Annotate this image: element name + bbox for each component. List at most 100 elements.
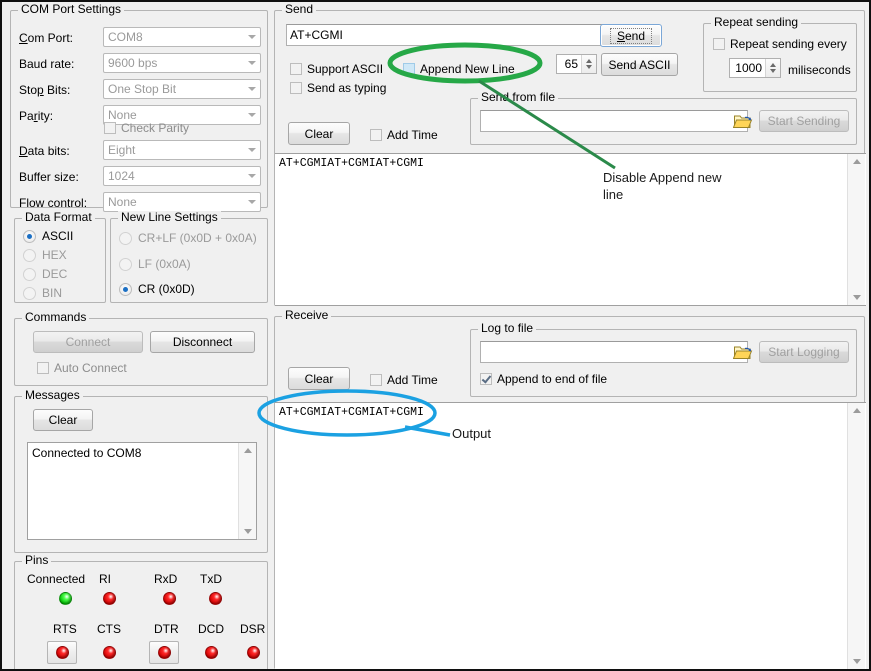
radio-data-format-hex[interactable]: HEX xyxy=(23,248,67,262)
support-ascii-checkbox[interactable]: Support ASCII xyxy=(290,62,383,76)
send-as-typing-checkbox[interactable]: Send as typing xyxy=(290,81,386,95)
check-parity-checkbox[interactable]: Check Parity xyxy=(104,121,189,135)
radio-label: LF (0x0A) xyxy=(138,257,191,271)
commands-title: Commands xyxy=(22,311,89,323)
send-output-scrollbar[interactable] xyxy=(847,154,865,305)
buffer-size-select[interactable]: 1024 xyxy=(103,166,261,186)
receive-output-scrollbar[interactable] xyxy=(847,403,865,669)
radio-data-format-bin[interactable]: BIN xyxy=(23,286,62,300)
radio-circle xyxy=(23,268,36,281)
radio-circle xyxy=(23,249,36,262)
chevron-down-icon xyxy=(248,35,256,39)
append-to-end-of-file-label: Append to end of file xyxy=(497,372,607,386)
auto-connect-checkbox[interactable]: Auto Connect xyxy=(37,361,127,375)
append-new-line-checkbox[interactable]: Append New Line xyxy=(403,62,515,76)
flow-control-select[interactable]: None xyxy=(103,192,261,212)
start-sending-button[interactable]: Start Sending xyxy=(759,110,849,132)
send-button-label: Send xyxy=(610,28,652,44)
radio-circle xyxy=(119,232,132,245)
receive-clear-button[interactable]: Clear xyxy=(288,367,350,390)
com-port-settings-title: COM Port Settings xyxy=(18,3,124,15)
messages-scrollbar[interactable] xyxy=(238,443,256,539)
pin-label-dcd: DCD xyxy=(198,622,224,636)
spinner-up-icon[interactable] xyxy=(586,59,592,63)
radio-label: HEX xyxy=(42,248,67,262)
messages-title: Messages xyxy=(22,389,83,401)
spinner-down-icon[interactable] xyxy=(770,69,776,73)
start-logging-button[interactable]: Start Logging xyxy=(759,341,849,363)
send-from-file-group: Send from file Start Sending xyxy=(470,98,857,145)
baud-rate-select[interactable]: 9600 bps xyxy=(103,53,261,73)
send-file-browse-button[interactable] xyxy=(733,112,753,130)
log-to-file-group: Log to file Start Logging Append to end … xyxy=(470,329,857,397)
radio-newline-cr[interactable]: CR (0x0D) xyxy=(119,282,195,296)
pins-group: Pins Connected RI RxD TxD RTS CTS DTR DC… xyxy=(14,561,268,671)
log-file-path-input[interactable] xyxy=(480,341,748,363)
pin-label-cts: CTS xyxy=(97,622,121,636)
repeat-sending-checkbox[interactable]: Repeat sending every xyxy=(713,37,847,51)
scroll-down-icon[interactable] xyxy=(853,659,861,664)
com-port-select[interactable]: COM8 xyxy=(103,27,261,47)
spinner-buttons[interactable] xyxy=(581,55,596,73)
messages-log-area[interactable]: Connected to COM8 xyxy=(27,442,257,540)
scroll-up-icon[interactable] xyxy=(853,408,861,413)
com-port-label: Com Port: xyxy=(19,31,73,45)
radio-newline-crlf[interactable]: CR+LF (0x0D + 0x0A) xyxy=(119,231,257,245)
pin-led-ri xyxy=(103,592,116,605)
spinner-up-icon[interactable] xyxy=(770,63,776,67)
send-clear-button[interactable]: Clear xyxy=(288,122,350,145)
start-logging-label: Start Logging xyxy=(768,346,839,358)
pin-label-ri: RI xyxy=(99,572,111,586)
stop-bits-select[interactable]: One Stop Bit xyxy=(103,79,261,99)
receive-title: Receive xyxy=(282,309,331,321)
send-file-path-input[interactable] xyxy=(480,110,748,132)
pin-label-rxd: RxD xyxy=(154,572,177,586)
repeat-interval-spinner[interactable]: 1000 xyxy=(729,58,781,78)
ascii-code-spinner[interactable]: 65 xyxy=(556,54,597,74)
pin-led-dtr xyxy=(158,646,171,659)
radio-data-format-dec[interactable]: DEC xyxy=(23,267,67,281)
auto-connect-label: Auto Connect xyxy=(54,361,127,375)
spinner-buttons[interactable] xyxy=(765,59,780,77)
receive-add-time-label: Add Time xyxy=(387,373,438,387)
repeat-interval-value: 1000 xyxy=(730,61,765,75)
scroll-down-icon[interactable] xyxy=(244,529,252,534)
pin-label-rts: RTS xyxy=(53,622,77,636)
receive-output-text: AT+CGMIAT+CGMIAT+CGMI xyxy=(279,406,846,420)
checkbox-box xyxy=(370,374,382,386)
append-to-end-of-file-checkbox[interactable]: Append to end of file xyxy=(480,372,607,386)
send-clear-label: Clear xyxy=(305,128,334,140)
blue-annotation-text: Output xyxy=(452,425,491,442)
new-line-settings-title: New Line Settings xyxy=(118,211,221,223)
receive-output-area[interactable]: AT+CGMIAT+CGMIAT+CGMI xyxy=(275,402,866,669)
radio-circle xyxy=(119,283,132,296)
com-port-value: COM8 xyxy=(108,30,143,44)
pin-led-cts xyxy=(103,646,116,659)
receive-add-time-checkbox[interactable]: Add Time xyxy=(370,373,438,387)
spinner-down-icon[interactable] xyxy=(586,65,592,69)
radio-data-format-ascii[interactable]: ASCII xyxy=(23,229,73,243)
send-command-input[interactable]: AT+CGMI xyxy=(286,24,608,46)
pin-led-rts xyxy=(56,646,69,659)
send-group: Send AT+CGMI Send Support ASCII Append N… xyxy=(274,10,865,306)
disconnect-button[interactable]: Disconnect xyxy=(150,331,255,353)
scroll-down-icon[interactable] xyxy=(853,295,861,300)
log-file-browse-button[interactable] xyxy=(733,343,753,361)
send-add-time-checkbox[interactable]: Add Time xyxy=(370,128,438,142)
commands-group: Commands Connect Disconnect Auto Connect xyxy=(14,318,268,386)
connect-button[interactable]: Connect xyxy=(33,331,143,353)
send-ascii-button[interactable]: Send ASCII xyxy=(601,53,678,76)
send-button[interactable]: Send xyxy=(600,24,662,47)
radio-label: BIN xyxy=(42,286,62,300)
scroll-up-icon[interactable] xyxy=(853,159,861,164)
messages-clear-button[interactable]: Clear xyxy=(33,409,93,431)
data-bits-select[interactable]: Eight xyxy=(103,140,261,160)
radio-label: CR (0x0D) xyxy=(138,282,195,296)
check-parity-label: Check Parity xyxy=(121,121,189,135)
send-output-area[interactable]: AT+CGMIAT+CGMIAT+CGMI xyxy=(275,153,866,306)
pin-label-connected: Connected xyxy=(27,572,85,586)
scroll-up-icon[interactable] xyxy=(244,448,252,453)
radio-label: DEC xyxy=(42,267,67,281)
radio-newline-lf[interactable]: LF (0x0A) xyxy=(119,257,191,271)
radio-circle xyxy=(23,230,36,243)
